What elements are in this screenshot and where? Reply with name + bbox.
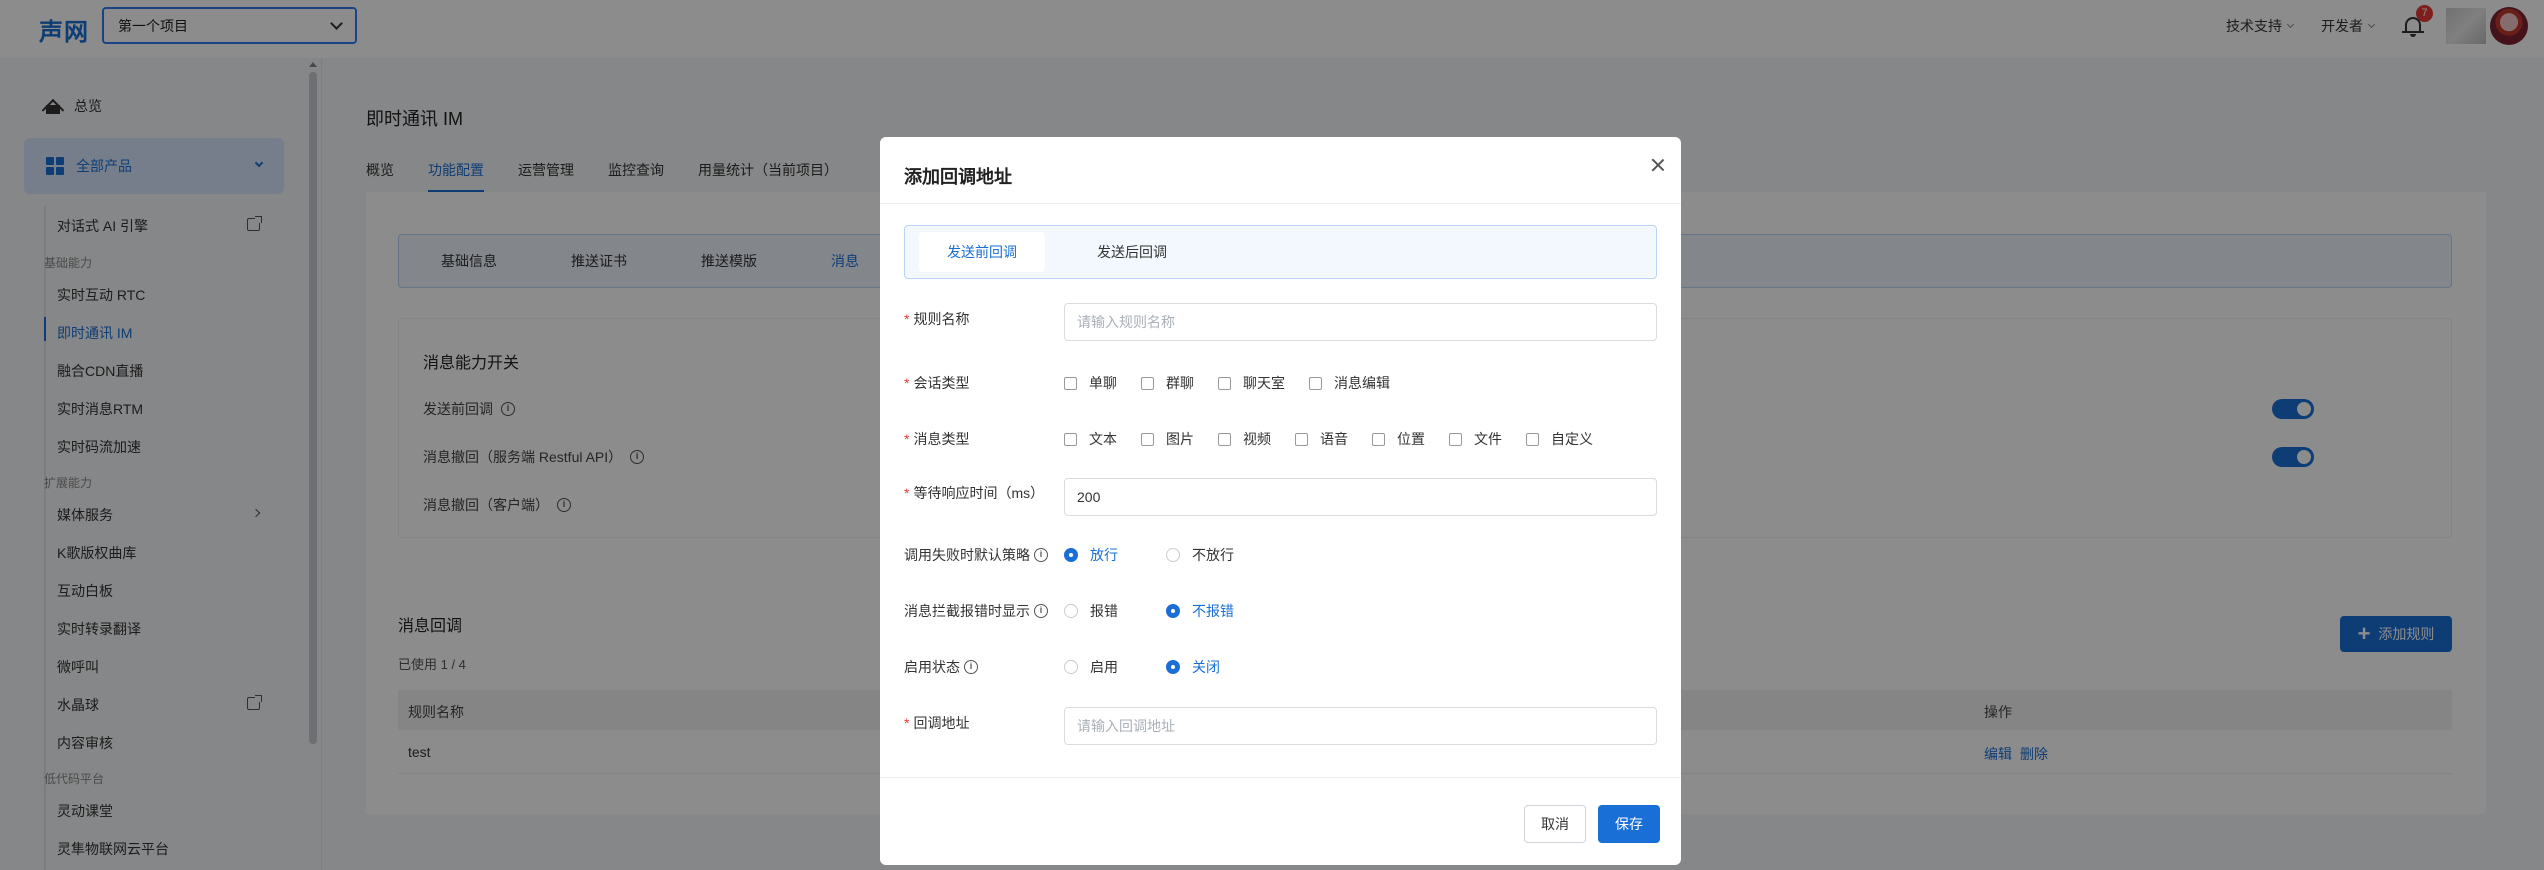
status-label: 启用状态 i	[904, 657, 978, 677]
checkbox-location[interactable]: 位置	[1372, 429, 1425, 449]
radio-allow[interactable]: 放行	[1064, 545, 1118, 565]
radio-dot[interactable]	[1166, 660, 1180, 674]
checkbox-text[interactable]: 文本	[1064, 429, 1117, 449]
checkbox-group-chat[interactable]: 群聊	[1141, 373, 1194, 393]
checkbox-label: 语音	[1320, 431, 1348, 447]
add-callback-modal: 添加回调地址 发送前回调 发送后回调 * 规则名称 * 会话类型 单聊 群聊 聊…	[880, 137, 1681, 865]
checkbox-label: 聊天室	[1243, 375, 1285, 391]
field-label-text: 回调地址	[913, 715, 970, 731]
conv-type-label: * 会话类型	[904, 373, 969, 393]
divider	[880, 777, 1681, 778]
radio-no-error[interactable]: 不报错	[1166, 601, 1234, 621]
radio-enable[interactable]: 启用	[1064, 657, 1118, 677]
checkbox-video[interactable]: 视频	[1218, 429, 1271, 449]
radio-disable[interactable]: 关闭	[1166, 657, 1220, 677]
checkbox-box[interactable]	[1141, 432, 1154, 446]
modal-tabs: 发送前回调 发送后回调	[904, 225, 1657, 279]
info-icon[interactable]: i	[964, 660, 978, 674]
msg-type-group: 文本 图片 视频 语音 位置 文件 自定义	[1064, 429, 1617, 449]
field-label-text: 等待响应时间（ms）	[913, 485, 1045, 501]
radio-label: 启用	[1090, 659, 1118, 675]
checkbox-image[interactable]: 图片	[1141, 429, 1194, 449]
intercept-display-group: 报错 不报错	[1064, 601, 1282, 621]
cancel-button[interactable]: 取消	[1524, 805, 1586, 843]
radio-label: 不放行	[1192, 547, 1234, 563]
field-label-text: 消息拦截报错时显示	[904, 603, 1030, 619]
required-mark: *	[904, 311, 910, 327]
tab-post-send-callback[interactable]: 发送后回调	[1069, 232, 1195, 272]
radio-dot[interactable]	[1064, 548, 1078, 562]
checkbox-label: 文本	[1089, 431, 1117, 447]
checkbox-box[interactable]	[1218, 376, 1231, 390]
radio-deny[interactable]: 不放行	[1166, 545, 1234, 565]
required-mark: *	[904, 375, 910, 391]
info-icon[interactable]: i	[1034, 548, 1048, 562]
checkbox-single-chat[interactable]: 单聊	[1064, 373, 1117, 393]
radio-label: 放行	[1090, 547, 1118, 563]
checkbox-box[interactable]	[1526, 432, 1539, 446]
field-label-text: 调用失败时默认策略	[904, 547, 1030, 563]
save-button[interactable]: 保存	[1598, 805, 1660, 843]
checkbox-label: 图片	[1166, 431, 1194, 447]
radio-dot[interactable]	[1166, 604, 1180, 618]
checkbox-chatroom[interactable]: 聊天室	[1218, 373, 1285, 393]
required-mark: *	[904, 715, 910, 731]
conv-type-group: 单聊 群聊 聊天室 消息编辑	[1064, 373, 1414, 393]
checkbox-box[interactable]	[1218, 432, 1231, 446]
wait-time-label: * 等待响应时间（ms）	[904, 483, 1044, 503]
radio-label: 关闭	[1192, 659, 1220, 675]
rule-name-label: * 规则名称	[904, 309, 969, 329]
checkbox-label: 自定义	[1551, 431, 1593, 447]
required-mark: *	[904, 485, 910, 501]
rule-name-input[interactable]	[1064, 303, 1657, 341]
close-icon[interactable]	[1651, 158, 1665, 172]
field-label-text: 规则名称	[913, 311, 970, 327]
field-label-text: 消息类型	[913, 431, 970, 447]
field-label-text: 启用状态	[904, 659, 960, 675]
callback-url-label: * 回调地址	[904, 713, 969, 733]
checkbox-label: 文件	[1474, 431, 1502, 447]
checkbox-label: 消息编辑	[1334, 375, 1390, 391]
field-label-text: 会话类型	[913, 375, 970, 391]
checkbox-box[interactable]	[1309, 376, 1322, 390]
modal-title: 添加回调地址	[904, 167, 1012, 187]
radio-label: 不报错	[1192, 603, 1234, 619]
checkbox-message-edit[interactable]: 消息编辑	[1309, 373, 1390, 393]
checkbox-box[interactable]	[1064, 376, 1077, 390]
radio-dot[interactable]	[1166, 548, 1180, 562]
radio-dot[interactable]	[1064, 604, 1078, 618]
checkbox-box[interactable]	[1141, 376, 1154, 390]
fail-policy-label: 调用失败时默认策略 i	[904, 545, 1048, 565]
status-group: 启用 关闭	[1064, 657, 1268, 677]
info-icon[interactable]: i	[1034, 604, 1048, 618]
wait-time-input[interactable]	[1064, 478, 1657, 516]
required-mark: *	[904, 431, 910, 447]
checkbox-label: 位置	[1397, 431, 1425, 447]
checkbox-custom[interactable]: 自定义	[1526, 429, 1593, 449]
radio-label: 报错	[1090, 603, 1118, 619]
checkbox-label: 视频	[1243, 431, 1271, 447]
radio-report-error[interactable]: 报错	[1064, 601, 1118, 621]
radio-dot[interactable]	[1064, 660, 1078, 674]
checkbox-file[interactable]: 文件	[1449, 429, 1502, 449]
checkbox-label: 单聊	[1089, 375, 1117, 391]
tab-pre-send-callback[interactable]: 发送前回调	[919, 232, 1045, 272]
checkbox-box[interactable]	[1449, 432, 1462, 446]
checkbox-box[interactable]	[1064, 432, 1077, 446]
checkbox-box[interactable]	[1295, 432, 1308, 446]
fail-policy-group: 放行 不放行	[1064, 545, 1282, 565]
divider	[880, 203, 1681, 204]
checkbox-label: 群聊	[1166, 375, 1194, 391]
checkbox-box[interactable]	[1372, 432, 1385, 446]
checkbox-voice[interactable]: 语音	[1295, 429, 1348, 449]
intercept-display-label: 消息拦截报错时显示 i	[904, 601, 1048, 621]
callback-url-input[interactable]	[1064, 707, 1657, 745]
msg-type-label: * 消息类型	[904, 429, 969, 449]
